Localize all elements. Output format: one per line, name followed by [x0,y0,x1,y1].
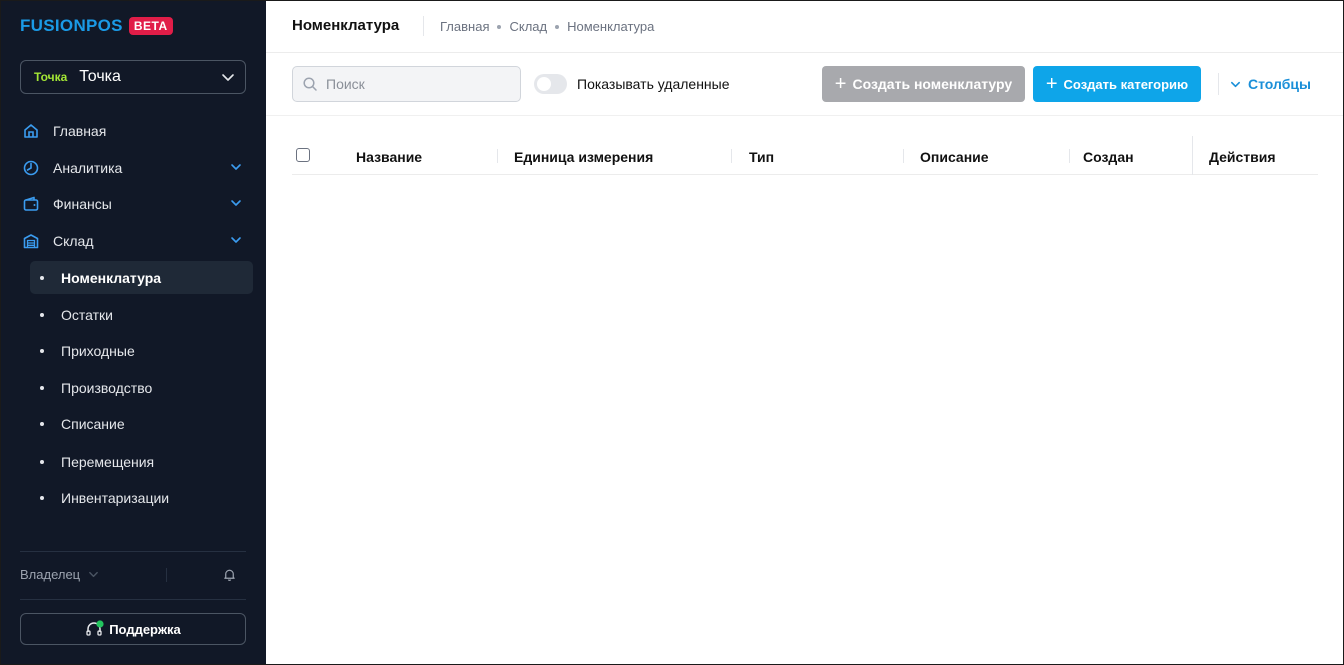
bell-icon[interactable] [222,567,237,582]
toolbar-separator [1218,73,1219,95]
column-resizer[interactable] [497,149,498,163]
sidebar-subitem-nomenclature[interactable]: Номенклатура [30,261,253,294]
column-header-type[interactable]: Тип [749,149,774,165]
point-selector[interactable]: Точка Точка [20,60,246,94]
sidebar-item-label: Главная [53,123,107,139]
support-label: Поддержка [109,621,181,637]
breadcrumb-item-current: Номенклатура [567,19,655,34]
footer-separator [166,568,167,582]
bullet-icon [40,275,44,280]
chevron-down-icon[interactable] [230,161,242,173]
table-header: Название Единица измерения Тип Описание … [292,136,1318,175]
main-content: Номенклатура Главная Склад Номенклатура … [266,0,1344,665]
chevron-down-icon [222,74,234,81]
warehouse-icon [22,232,40,250]
point-badge: Точка [34,70,68,84]
plus-icon: + [834,73,847,95]
sidebar-divider [20,599,246,600]
page-title: Номенклатура [292,17,400,34]
bullet-icon [40,495,44,500]
sidebar: FUSIONPOS BETA Точка Точка Главная Анали… [0,0,266,665]
bullet-icon [40,459,44,464]
sidebar-subitem-transfers[interactable]: Перемещения [30,445,253,478]
sidebar-item-home[interactable]: Главная [20,117,246,145]
search-input[interactable] [326,76,506,92]
breadcrumb-item-warehouse[interactable]: Склад [509,19,547,34]
create-category-button[interactable]: + Создать категорию [1033,66,1201,102]
breadcrumb: Главная Склад Номенклатура [440,19,654,34]
header-separator [423,16,424,36]
column-header-actions: Действия [1209,149,1276,165]
sidebar-subitem-label: Производство [61,379,153,396]
clock-pie-icon [22,159,40,177]
sidebar-subitem-inventory[interactable]: Инвентаризации [30,481,253,514]
create-nomenclature-label: Создать номенклатуру [852,76,1013,92]
sidebar-subitem-label: Перемещения [61,453,155,470]
sidebar-item-analytics[interactable]: Аналитика [20,154,246,182]
sidebar-item-label: Склад [53,233,94,249]
breadcrumb-separator [497,24,502,29]
chevron-down-icon[interactable] [230,234,242,246]
column-resizer[interactable] [1069,149,1070,163]
point-name: Точка [79,68,121,85]
column-header-created[interactable]: Создан [1083,149,1134,165]
columns-button[interactable]: Столбцы [1230,76,1311,92]
bullet-icon [40,348,44,353]
create-nomenclature-button[interactable]: + Создать номенклатуру [822,66,1025,102]
select-all-checkbox[interactable] [296,148,310,162]
sidebar-divider [20,551,246,552]
toggle-knob [537,77,551,91]
sidebar-subitem-label: Инвентаризации [61,489,170,506]
show-deleted-toggle[interactable] [534,74,567,94]
column-header-description[interactable]: Описание [920,149,989,165]
create-category-label: Создать категорию [1063,76,1189,92]
beta-badge: BETA [128,17,173,35]
headset-icon [85,620,105,638]
wallet-icon [22,195,40,213]
page-header: Номенклатура Главная Склад Номенклатура [266,0,1344,53]
sidebar-subitem-receipts[interactable]: Приходные [30,334,253,367]
column-resizer[interactable] [903,149,904,163]
sidebar-subitem-label: Номенклатура [61,269,162,286]
columns-label: Столбцы [1248,76,1311,92]
breadcrumb-separator [555,24,560,29]
sidebar-subitem-label: Списание [61,415,125,432]
sidebar-subitem-stock[interactable]: Остатки [30,298,253,331]
search-icon [303,77,317,91]
column-resizer[interactable] [731,149,732,163]
sidebar-item-label: Финансы [53,196,112,212]
chevron-down-icon[interactable] [230,197,242,209]
show-deleted-label: Показывать удаленные [577,76,730,92]
owner-label: Владелец [20,567,81,582]
support-button[interactable]: Поддержка [20,613,246,645]
plus-icon: + [1045,73,1058,95]
search-box[interactable] [292,66,521,102]
sidebar-item-finance[interactable]: Финансы [20,190,246,218]
sidebar-subitem-production[interactable]: Производство [30,371,253,404]
home-icon [22,122,40,140]
sidebar-item-warehouse[interactable]: Склад [20,227,246,255]
breadcrumb-item-home[interactable]: Главная [440,19,489,34]
bullet-icon [40,421,44,426]
chevron-down-icon [1231,81,1240,87]
bullet-icon [40,385,44,390]
sidebar-subitem-label: Остатки [61,306,113,323]
sidebar-subitem-writeoff[interactable]: Списание [30,407,253,440]
sidebar-item-label: Аналитика [53,160,123,176]
chevron-down-icon [89,571,98,578]
owner-selector[interactable]: Владелец [20,567,99,582]
sidebar-subitem-label: Приходные [61,342,135,359]
brand-name: FUSIONPOS [20,16,123,35]
column-header-unit[interactable]: Единица измерения [514,149,653,165]
bullet-icon [40,312,44,317]
column-header-name[interactable]: Название [356,149,422,165]
toolbar: Показывать удаленные + Создать номенклат… [266,53,1344,116]
actions-column-separator [1192,136,1193,175]
brand-logo[interactable]: FUSIONPOS BETA [20,16,173,36]
